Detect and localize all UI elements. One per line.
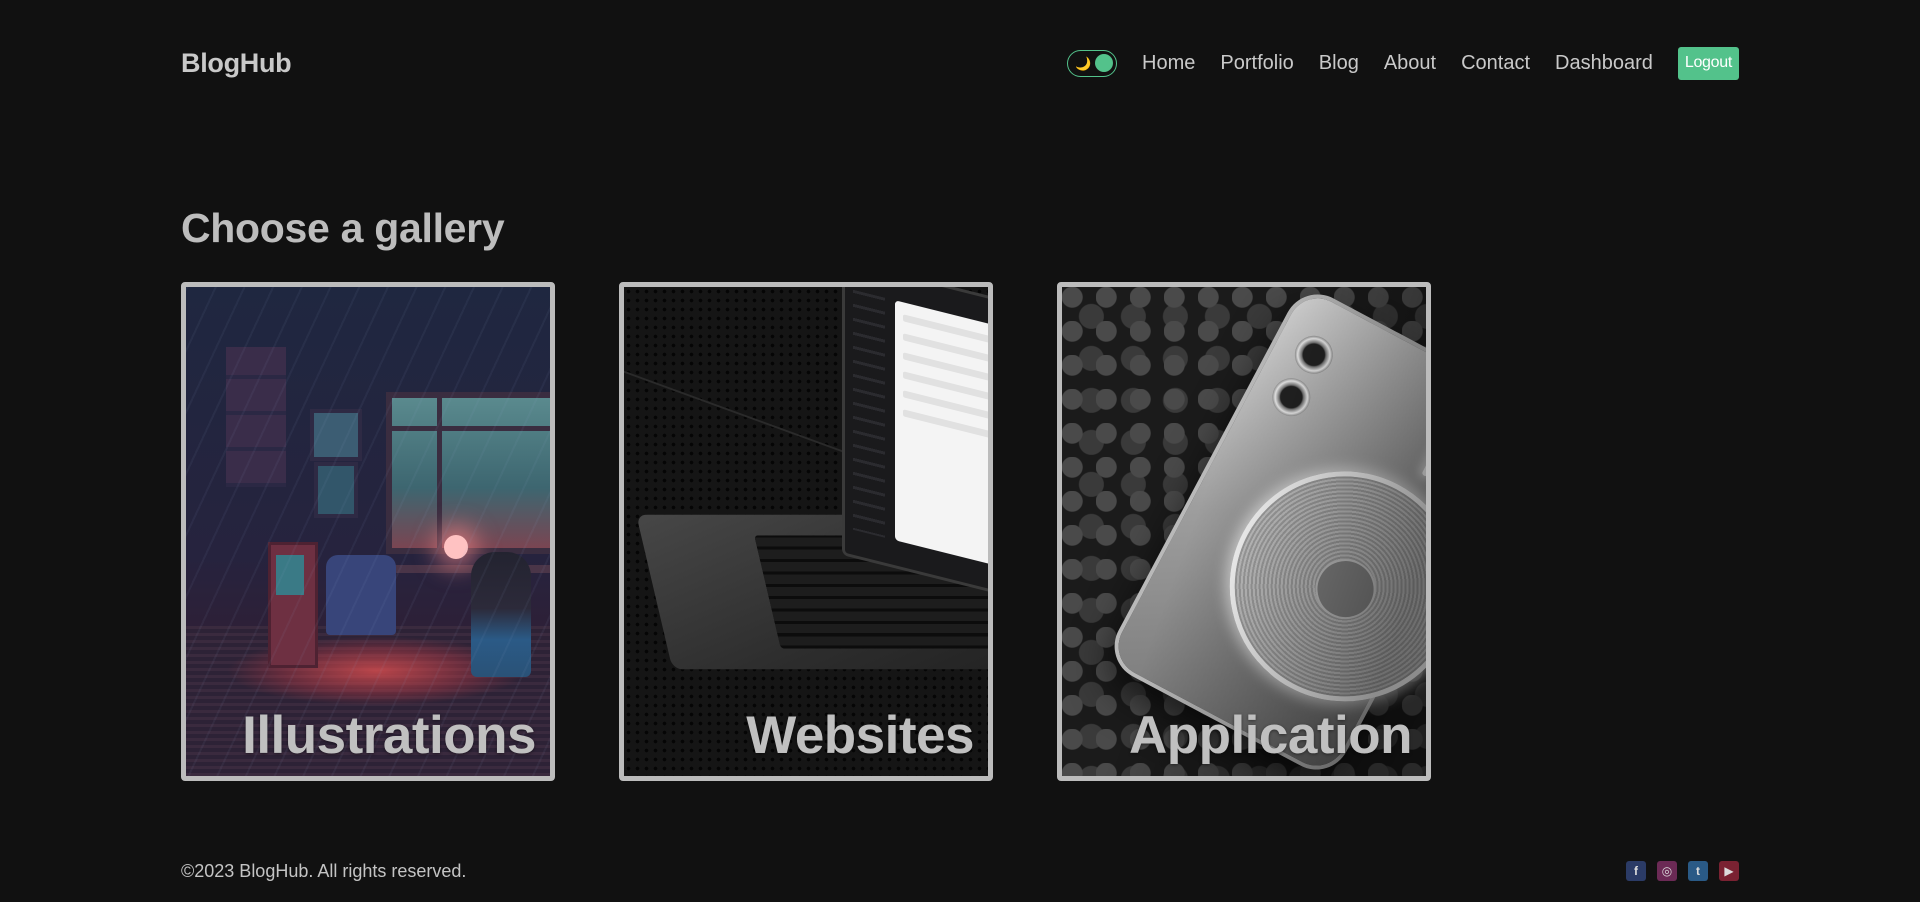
youtube-icon[interactable]: ▶	[1719, 861, 1739, 881]
gallery-card-application[interactable]: Application	[1057, 282, 1431, 781]
twitter-icon[interactable]: t	[1688, 861, 1708, 881]
nav-blog[interactable]: Blog	[1319, 52, 1359, 75]
gallery-card-illustrations[interactable]: Illustrations	[181, 282, 555, 781]
application-image	[1062, 287, 1426, 776]
logout-button[interactable]: Logout	[1677, 46, 1739, 80]
nav-dashboard[interactable]: Dashboard	[1555, 52, 1653, 75]
site-header: BlogHub 🌙 Home Portfolio Blog About Cont…	[181, 44, 1739, 82]
gallery-card-websites[interactable]: Websites	[619, 282, 993, 781]
instagram-icon[interactable]: ◎	[1657, 861, 1677, 881]
websites-image	[624, 287, 988, 776]
card-label: Websites	[746, 706, 974, 765]
card-label: Illustrations	[242, 706, 536, 765]
card-label: Application	[1128, 706, 1413, 765]
page: BlogHub 🌙 Home Portfolio Blog About Cont…	[0, 0, 1920, 902]
social-links: f ◎ t ▶	[1615, 861, 1739, 881]
theme-toggle[interactable]: 🌙	[1067, 49, 1118, 77]
site-footer: ©2023 BlogHub. All rights reserved. f ◎ …	[181, 858, 1739, 884]
nav-home[interactable]: Home	[1142, 52, 1195, 75]
illustrations-image	[186, 287, 550, 776]
site-logo[interactable]: BlogHub	[181, 48, 292, 79]
facebook-icon[interactable]: f	[1626, 861, 1646, 881]
moon-icon: 🌙	[1075, 55, 1092, 71]
toggle-knob	[1095, 54, 1114, 72]
nav-about[interactable]: About	[1384, 52, 1436, 75]
copyright-text: ©2023 BlogHub. All rights reserved.	[181, 860, 467, 881]
page-title: Choose a gallery	[181, 205, 505, 251]
gallery-cards: Illustrations Websites Application	[181, 282, 1431, 781]
main-nav: 🌙 Home Portfolio Blog About Contact Dash…	[1067, 46, 1739, 80]
nav-portfolio[interactable]: Portfolio	[1220, 52, 1293, 75]
nav-contact[interactable]: Contact	[1461, 52, 1530, 75]
